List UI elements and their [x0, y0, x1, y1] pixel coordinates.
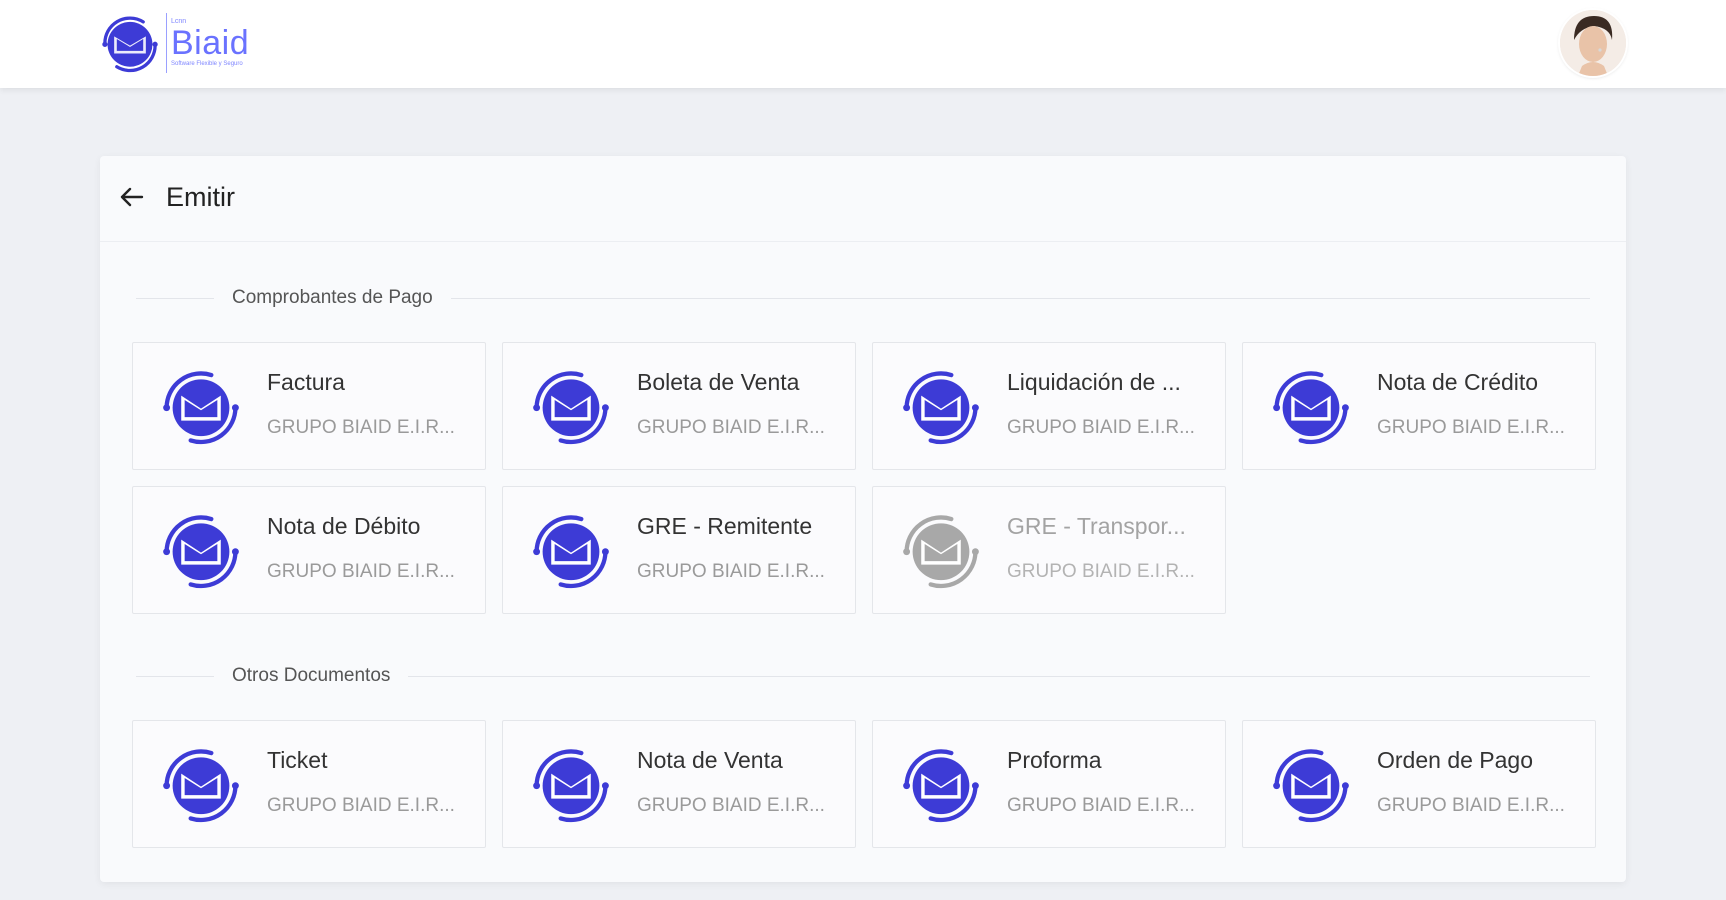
document-type-title: Factura: [267, 369, 345, 395]
document-type-icon: [533, 515, 609, 589]
document-type-icon: [533, 371, 609, 445]
document-type-title: Ticket: [267, 747, 328, 773]
company-name: GRUPO BIAID E.I.R...: [1007, 561, 1195, 582]
document-type-title: Nota de Débito: [267, 513, 421, 539]
document-type-icon: [163, 749, 239, 823]
document-type-icon: [163, 371, 239, 445]
arrow-left-icon: [120, 187, 144, 207]
document-type-card[interactable]: Boleta de Venta GRUPO BIAID E.I.R...: [502, 342, 856, 470]
company-name: GRUPO BIAID E.I.R...: [1007, 795, 1195, 816]
document-type-icon: [163, 515, 239, 589]
document-type-card[interactable]: Nota de Crédito GRUPO BIAID E.I.R...: [1242, 342, 1596, 470]
document-type-icon: [903, 515, 979, 589]
section-label: Comprobantes de Pago: [232, 287, 433, 308]
document-type-title: Nota de Venta: [637, 747, 783, 773]
document-type-title: Boleta de Venta: [637, 369, 800, 395]
logo-tagline: Software Flexible y Seguro: [171, 61, 243, 67]
document-type-icon: [903, 749, 979, 823]
emit-panel: Emitir Comprobantes de Pago Factura GRUP…: [100, 156, 1626, 882]
company-name: GRUPO BIAID E.I.R...: [267, 561, 455, 582]
company-name: GRUPO BIAID E.I.R...: [1377, 795, 1565, 816]
logo-wordmark: Lcnn Biaid Software Flexible y Seguro: [166, 13, 249, 73]
company-name: GRUPO BIAID E.I.R...: [267, 417, 455, 438]
brand-logo[interactable]: Lcnn Biaid Software Flexible y Seguro: [96, 10, 249, 76]
document-type-card[interactable]: Nota de Venta GRUPO BIAID E.I.R...: [502, 720, 856, 848]
document-type-title: Orden de Pago: [1377, 747, 1534, 773]
user-avatar-icon: [1560, 10, 1626, 76]
document-type-card[interactable]: Nota de Débito GRUPO BIAID E.I.R...: [132, 486, 486, 614]
user-avatar[interactable]: [1560, 10, 1626, 76]
document-type-card[interactable]: GRE - Remitente GRUPO BIAID E.I.R...: [502, 486, 856, 614]
company-name: GRUPO BIAID E.I.R...: [637, 795, 825, 816]
section-divider-comprobantes: Comprobantes de Pago: [136, 286, 1590, 310]
company-name: GRUPO BIAID E.I.R...: [637, 417, 825, 438]
document-type-icon: [533, 749, 609, 823]
panel-header: Emitir: [100, 156, 1626, 242]
document-type-title: Proforma: [1007, 747, 1102, 773]
otros-documentos-grid: Ticket GRUPO BIAID E.I.R... Nota de Vent…: [132, 720, 1596, 848]
section-divider-otros: Otros Documentos: [136, 664, 1590, 688]
company-name: GRUPO BIAID E.I.R...: [1007, 417, 1195, 438]
logo-brand-text: Biaid: [171, 24, 250, 62]
company-name: GRUPO BIAID E.I.R...: [1377, 417, 1565, 438]
document-type-title: Liquidación de ...: [1007, 369, 1181, 395]
document-type-title: GRE - Transpor...: [1007, 513, 1186, 539]
document-type-title: Nota de Crédito: [1377, 369, 1539, 395]
document-type-card[interactable]: GRE - Transpor... GRUPO BIAID E.I.R...: [872, 486, 1226, 614]
document-type-card[interactable]: Orden de Pago GRUPO BIAID E.I.R...: [1242, 720, 1596, 848]
top-bar: Lcnn Biaid Software Flexible y Seguro: [0, 0, 1726, 88]
document-type-card[interactable]: Factura GRUPO BIAID E.I.R...: [132, 342, 486, 470]
back-button[interactable]: [114, 180, 148, 214]
document-type-icon: [1273, 749, 1349, 823]
company-name: GRUPO BIAID E.I.R...: [267, 795, 455, 816]
document-type-icon: [903, 371, 979, 445]
company-name: GRUPO BIAID E.I.R...: [637, 561, 825, 582]
document-type-title: GRE - Remitente: [637, 513, 813, 539]
comprobantes-grid: Factura GRUPO BIAID E.I.R... Boleta de V…: [132, 342, 1596, 614]
document-type-card[interactable]: Ticket GRUPO BIAID E.I.R...: [132, 720, 486, 848]
section-label: Otros Documentos: [232, 665, 391, 686]
page-title: Emitir: [166, 182, 235, 212]
document-type-card[interactable]: Proforma GRUPO BIAID E.I.R...: [872, 720, 1226, 848]
document-type-card[interactable]: Liquidación de ... GRUPO BIAID E.I.R...: [872, 342, 1226, 470]
biaid-logo-icon: [102, 16, 158, 73]
document-type-icon: [1273, 371, 1349, 445]
